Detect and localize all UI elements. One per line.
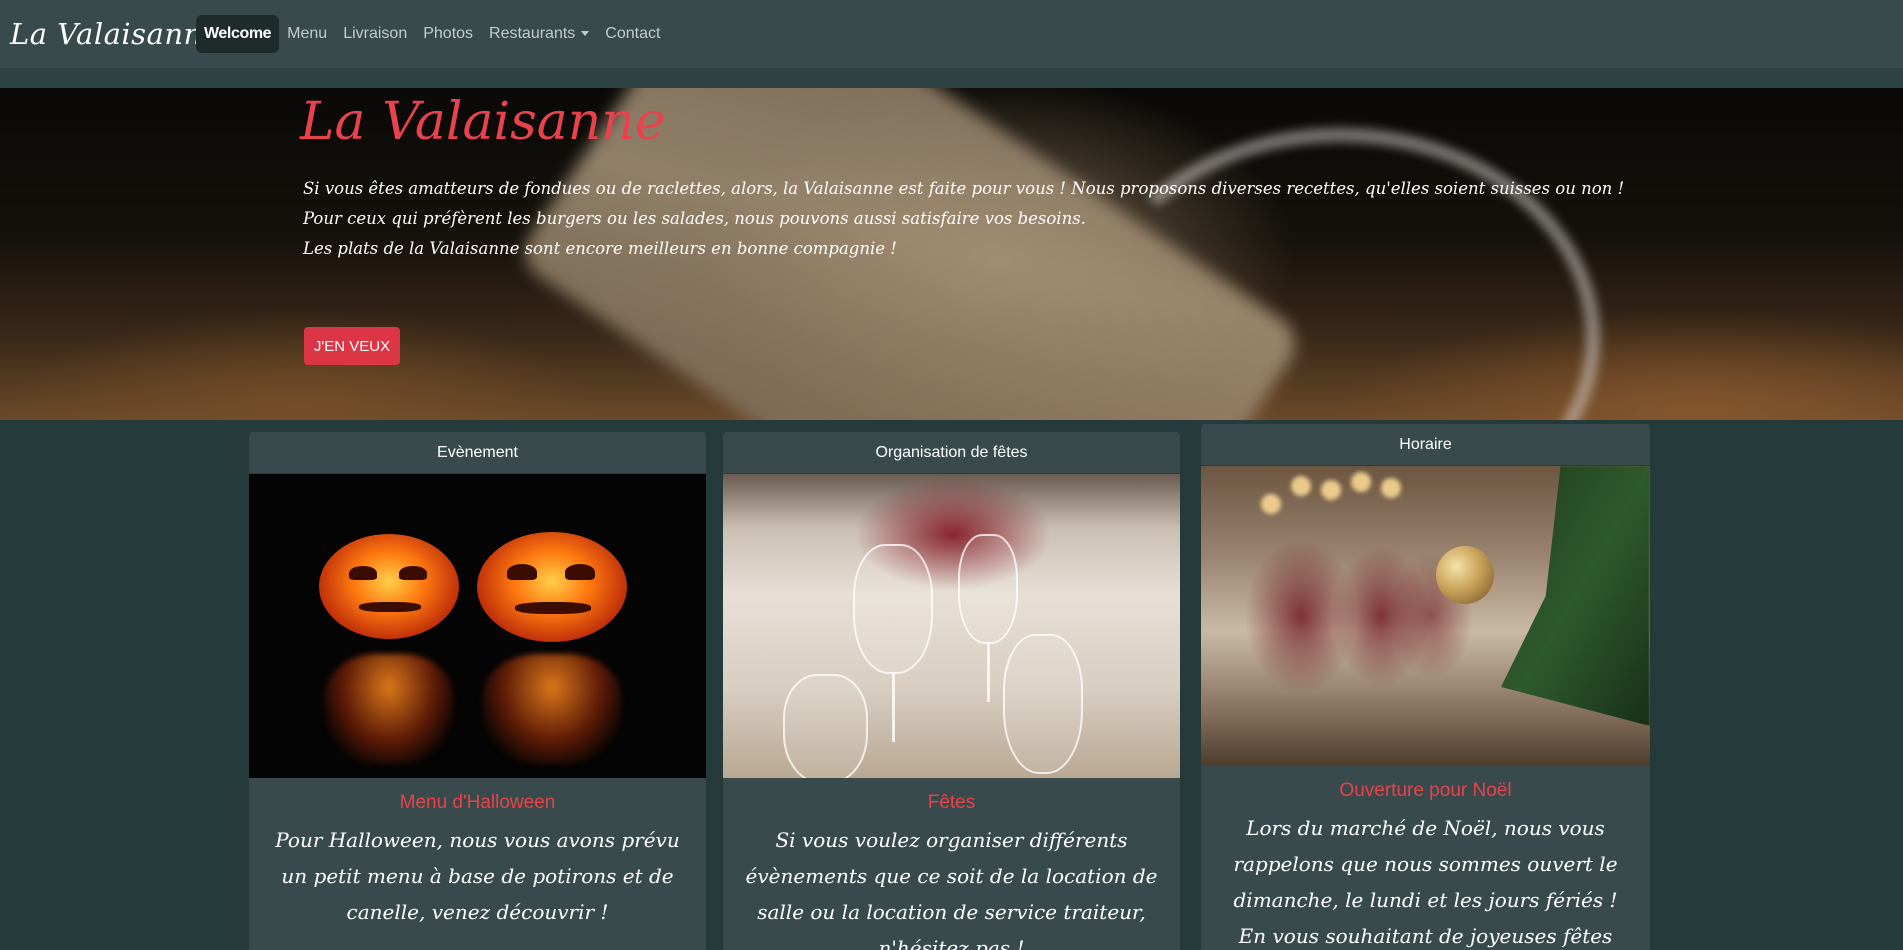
pumpkin: [319, 534, 459, 639]
bokeh-light: [1291, 476, 1311, 496]
pumpkin-mouth: [359, 602, 421, 612]
card-evenement: Evènement Menu d'Halloween Pour Hallowee…: [249, 432, 706, 950]
navbar-brand[interactable]: La Valaisanne: [10, 17, 220, 51]
navbar: La Valaisanne Welcome Menu Livraison Pho…: [0, 0, 1903, 68]
hero-title: La Valaisanne: [300, 92, 666, 152]
navbar-divider: [0, 68, 1903, 88]
christmas-image: [1201, 466, 1650, 766]
hero-content: La Valaisanne Si vous êtes amatteurs de …: [292, 88, 1625, 420]
card-title: Menu d'Halloween: [399, 792, 556, 813]
bokeh-light: [1321, 480, 1341, 500]
nav-item-restaurants-dropdown[interactable]: Restaurants: [481, 15, 597, 53]
wine-glass: [783, 674, 868, 778]
caret-down-icon: [581, 31, 590, 37]
nav-menu: Welcome Menu Livraison Photos Restaurant…: [196, 15, 668, 53]
wine-glass: [1003, 634, 1083, 774]
banquet-table-image: [723, 474, 1180, 778]
nav-item-contact[interactable]: Contact: [597, 15, 668, 53]
card-header: Horaire: [1201, 424, 1650, 466]
pumpkin-mouth: [515, 602, 591, 614]
card-title: Fêtes: [927, 792, 976, 813]
christmas-tree: [1501, 466, 1650, 726]
nav-item-restaurants-label: Restaurants: [489, 25, 576, 42]
pumpkin-eye: [399, 566, 427, 580]
pumpkin-reflection: [324, 654, 454, 764]
hero-banner: La Valaisanne Si vous êtes amatteurs de …: [0, 88, 1903, 420]
pumpkin-reflection: [482, 654, 622, 764]
bokeh-light: [1261, 494, 1281, 514]
wine-glass-stem: [892, 672, 895, 742]
nav-item-photos[interactable]: Photos: [415, 15, 481, 53]
card-header: Organisation de fêtes: [723, 432, 1180, 474]
hero-description: Si vous êtes amatteurs de fondues ou de …: [303, 174, 1625, 264]
bokeh-light: [1381, 478, 1401, 498]
nav-item-welcome[interactable]: Welcome: [196, 15, 280, 53]
card-text: Lors du marché de Noël, nous vous rappel…: [1233, 816, 1618, 948]
christmas-ornament: [1436, 546, 1494, 604]
hero-line: Pour ceux qui préfèrent les burgers ou l…: [303, 209, 1086, 228]
wine-glass: [958, 534, 1018, 644]
hero-line: Si vous êtes amatteurs de fondues ou de …: [303, 179, 1625, 198]
card-text: Si vous voulez organiser différents évèn…: [745, 828, 1158, 950]
card-header: Evènement: [249, 432, 706, 474]
card-horaire: Horaire Ouverture pour Noël Lors du marc…: [1201, 424, 1650, 950]
card-organisation-fetes: Organisation de fêtes Fêtes Si vous voul…: [723, 432, 1180, 950]
pumpkin-eye: [565, 564, 595, 580]
pumpkin-eye: [507, 564, 537, 580]
card-title: Ouverture pour Noël: [1339, 780, 1512, 801]
pumpkin: [477, 532, 627, 642]
bokeh-light: [1351, 472, 1371, 492]
nav-item-menu[interactable]: Menu: [279, 15, 335, 53]
wine-glass-stem: [987, 642, 990, 702]
hero-line: Les plats de la Valaisanne sont encore m…: [303, 239, 897, 258]
pumpkin-eye: [349, 566, 377, 580]
wine-glass: [853, 544, 933, 674]
nav-item-livraison[interactable]: Livraison: [335, 15, 415, 53]
card-text: Pour Halloween, nous vous avons prévu un…: [275, 828, 680, 924]
jen-veux-button[interactable]: J'EN VEUX: [304, 327, 400, 365]
halloween-pumpkins-image: [249, 474, 706, 778]
